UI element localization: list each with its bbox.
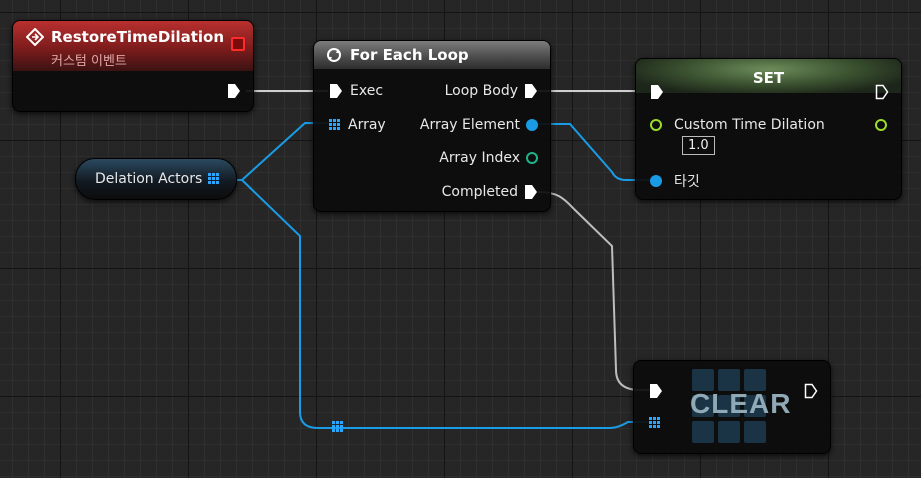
- for-each-loop-title: For Each Loop: [350, 46, 469, 64]
- custom-time-dilation-value-input[interactable]: 1.0: [682, 135, 715, 155]
- clear-array-input-row: [649, 413, 661, 433]
- set-node-title: SET: [752, 69, 785, 87]
- array-grid-icon[interactable]: [208, 173, 220, 185]
- event-node-header[interactable]: RestoreTimeDilation 커스텀 이벤트: [13, 21, 253, 71]
- custom-time-dilation-output-row: [875, 115, 887, 135]
- array-wire-var-to-clear: [241, 179, 650, 429]
- array-element-output-row: Array Element: [420, 115, 538, 135]
- set-exec-output-row: [875, 82, 889, 102]
- custom-time-dilation-label: Custom Time Dilation: [674, 117, 825, 133]
- blueprint-graph-canvas[interactable]: RestoreTimeDilation 커스텀 이벤트 Delation Act…: [0, 0, 921, 478]
- set-custom-time-dilation-node[interactable]: SET Custom Time Dilation 1.0 타깃: [635, 58, 902, 200]
- for-each-loop-header[interactable]: For Each Loop: [314, 41, 550, 69]
- exec-input-label: Exec: [350, 83, 384, 99]
- target-input-row: 타깃: [650, 171, 700, 191]
- exec-output-pin[interactable]: [227, 83, 241, 99]
- array-index-output-row: Array Index: [439, 148, 538, 168]
- event-diamond-icon: [26, 28, 44, 46]
- exec-input-row: Exec: [329, 81, 383, 101]
- reroute-array-knot[interactable]: [332, 421, 344, 433]
- array-index-label: Array Index: [439, 150, 520, 166]
- set-node-header[interactable]: SET: [636, 59, 901, 93]
- set-exec-input-row: [650, 82, 664, 102]
- completed-exec-pin[interactable]: [524, 184, 538, 200]
- loop-arrows-icon: [327, 48, 341, 62]
- set-exec-input-pin[interactable]: [650, 84, 664, 100]
- array-clear-node[interactable]: CLEAR: [633, 360, 831, 454]
- custom-event-node[interactable]: RestoreTimeDilation 커스텀 이벤트: [12, 20, 254, 112]
- event-delegate-pin[interactable]: [231, 37, 245, 51]
- event-exec-output-row: [227, 81, 241, 101]
- target-object-pin[interactable]: [650, 175, 662, 187]
- clear-node-label: CLEAR: [690, 388, 792, 419]
- event-node-title: RestoreTimeDilation: [51, 28, 225, 46]
- delation-actors-variable-node[interactable]: Delation Actors: [75, 158, 237, 200]
- completed-label: Completed: [441, 184, 518, 200]
- array-element-pin[interactable]: [526, 119, 538, 131]
- custom-time-dilation-value-row: 1.0: [682, 135, 715, 155]
- loop-body-exec-pin[interactable]: [524, 83, 538, 99]
- array-input-row: Array: [329, 115, 386, 135]
- completed-output-row: Completed: [442, 182, 538, 202]
- float-input-pin[interactable]: [650, 119, 662, 131]
- exec-wire-completed-to-clear: [537, 191, 650, 391]
- array-index-pin[interactable]: [526, 152, 538, 164]
- clear-exec-output-pin[interactable]: [804, 383, 818, 399]
- clear-array-input-pin[interactable]: [649, 417, 661, 429]
- array-input-pin[interactable]: [329, 119, 341, 131]
- clear-exec-input-row: [649, 381, 663, 401]
- event-node-subtitle: 커스텀 이벤트: [51, 54, 127, 69]
- exec-input-pin[interactable]: [329, 83, 343, 99]
- loop-body-label: Loop Body: [444, 83, 518, 99]
- variable-row: Delation Actors: [95, 169, 220, 189]
- target-label: 타깃: [674, 174, 700, 190]
- custom-time-dilation-input-row: Custom Time Dilation: [650, 115, 825, 135]
- clear-exec-output-row: [804, 381, 818, 401]
- clear-exec-input-pin[interactable]: [649, 383, 663, 399]
- set-exec-output-pin[interactable]: [875, 84, 889, 100]
- array-element-label: Array Element: [419, 117, 520, 133]
- for-each-loop-node[interactable]: For Each Loop Exec Array Loop Body Array…: [313, 40, 551, 212]
- variable-label: Delation Actors: [95, 171, 203, 187]
- loop-body-output-row: Loop Body: [445, 81, 538, 101]
- float-output-pin[interactable]: [875, 119, 887, 131]
- array-input-label: Array: [348, 117, 386, 133]
